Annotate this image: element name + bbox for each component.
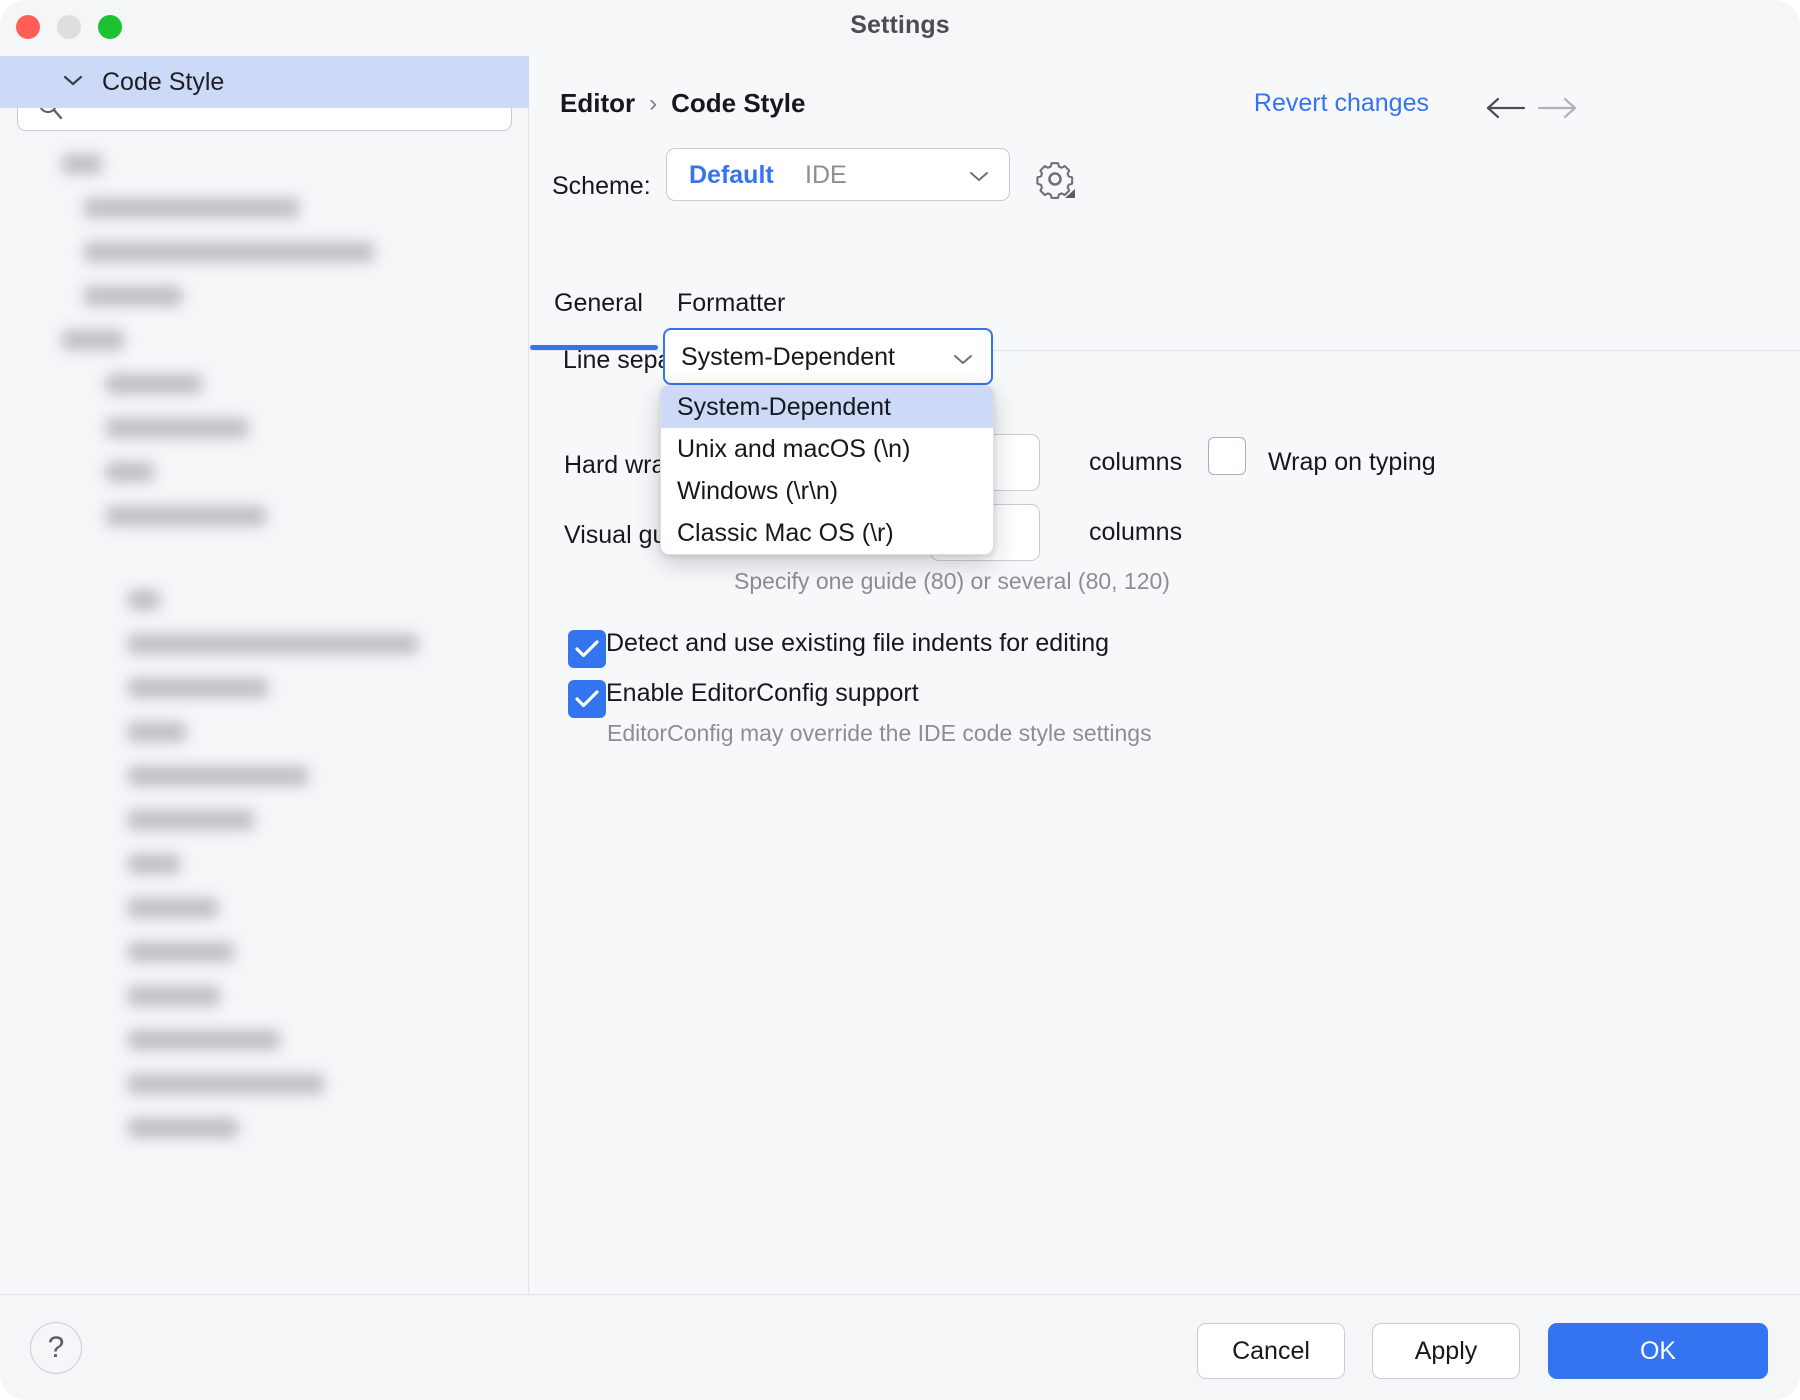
sidebar-item-label: [128, 1118, 238, 1138]
cancel-button[interactable]: Cancel: [1197, 1323, 1345, 1379]
sidebar-item[interactable]: [106, 407, 248, 449]
visual-guides-unit: columns: [1089, 518, 1182, 547]
dropdown-option[interactable]: System-Dependent: [661, 386, 993, 428]
sidebar-item[interactable]: [62, 143, 102, 185]
settings-sidebar: Code Style: [0, 56, 529, 1294]
arrow-right-icon[interactable]: [1535, 96, 1579, 125]
sidebar-item-label: [106, 506, 266, 526]
sidebar-item-label: [128, 854, 180, 874]
sidebar-item-label: [84, 198, 299, 218]
sidebar-item-label: [128, 634, 418, 654]
title-bar: Settings: [0, 0, 1800, 56]
chevron-down-icon[interactable]: [62, 73, 84, 92]
breadcrumb-separator: ›: [649, 90, 657, 118]
sidebar-item-label: [128, 942, 234, 962]
sidebar-item-label: [128, 678, 268, 698]
line-separator-dropdown-menu[interactable]: System-DependentUnix and macOS (\n)Windo…: [660, 385, 994, 555]
wrap-on-typing-checkbox[interactable]: [1208, 437, 1246, 475]
editorconfig-hint: EditorConfig may override the IDE code s…: [607, 720, 1152, 747]
sidebar-item-label: Code Style: [102, 68, 224, 97]
hard-wrap-unit: columns: [1089, 448, 1182, 477]
sidebar-item-label: [106, 462, 154, 482]
dropdown-option[interactable]: Windows (\r\n): [661, 470, 993, 512]
sidebar-item-label: [128, 1074, 324, 1094]
sidebar-item[interactable]: [84, 275, 182, 317]
sidebar-item-label: [128, 986, 220, 1006]
scheme-scope: IDE: [805, 161, 847, 190]
sidebar-item[interactable]: [84, 231, 374, 273]
sidebar-item-label: [106, 418, 248, 438]
sidebar-item-label: [106, 374, 202, 394]
scheme-label: Scheme:: [552, 172, 651, 201]
settings-main-pane: Editor › Code Style Revert changes Schem…: [530, 56, 1800, 1294]
sidebar-item-label: [128, 722, 186, 742]
scheme-combobox[interactable]: Default IDE: [666, 148, 1010, 201]
sidebar-item[interactable]: [128, 1107, 238, 1149]
window-title: Settings: [0, 11, 1800, 40]
editorconfig-checkbox[interactable]: [568, 680, 606, 718]
ok-button[interactable]: OK: [1548, 1323, 1768, 1379]
sidebar-item[interactable]: [128, 931, 234, 973]
sidebar-item-label: [128, 1030, 280, 1050]
sidebar-item[interactable]: [128, 887, 218, 929]
sidebar-item[interactable]: [106, 451, 154, 493]
chevron-down-icon: [967, 168, 991, 189]
sidebar-item[interactable]: [128, 975, 220, 1017]
detect-indents-checkbox[interactable]: [568, 630, 606, 668]
breadcrumb: Editor › Code Style: [560, 88, 805, 119]
help-button[interactable]: ?: [30, 1322, 82, 1374]
sidebar-item[interactable]: [128, 843, 180, 885]
revert-changes-link[interactable]: Revert changes: [1254, 89, 1429, 118]
line-separator-value: System-Dependent: [681, 343, 895, 372]
settings-window: Settings Code Style: [0, 0, 1800, 1400]
sidebar-item[interactable]: [128, 623, 418, 665]
sidebar-item-label: [84, 242, 374, 262]
breadcrumb-current: Code Style: [671, 88, 805, 119]
arrow-left-icon[interactable]: [1484, 96, 1528, 125]
sidebar-item[interactable]: [128, 667, 268, 709]
sidebar-item-label: [128, 590, 160, 610]
visual-guides-hint: Specify one guide (80) or several (80, 1…: [734, 568, 1170, 595]
sidebar-item-label: [62, 154, 102, 174]
sidebar-item-label: [128, 766, 308, 786]
sidebar-item[interactable]: [106, 495, 266, 537]
scheme-name: Default: [689, 161, 774, 190]
sidebar-item-label: [84, 286, 182, 306]
sidebar-item-label: [62, 330, 124, 350]
dropdown-option[interactable]: Classic Mac OS (\r): [661, 512, 993, 554]
sidebar-item[interactable]: [128, 1063, 324, 1105]
dropdown-option[interactable]: Unix and macOS (\n): [661, 428, 993, 470]
sidebar-item[interactable]: [62, 319, 124, 361]
detect-indents-label: Detect and use existing file indents for…: [606, 629, 1109, 658]
sidebar-item-label: [128, 810, 254, 830]
sidebar-item[interactable]: [84, 187, 299, 229]
tab-general[interactable]: General: [554, 289, 643, 351]
line-separator-combobox[interactable]: System-Dependent: [663, 328, 993, 385]
dialog-footer: ? Cancel Apply OK: [0, 1294, 1800, 1400]
wrap-on-typing-label: Wrap on typing: [1268, 448, 1436, 477]
sidebar-item[interactable]: [128, 1019, 280, 1061]
sidebar-item-code-style[interactable]: Code Style: [0, 56, 529, 108]
breadcrumb-parent[interactable]: Editor: [560, 88, 635, 119]
sidebar-item-label: [128, 898, 218, 918]
gear-icon[interactable]: [1032, 156, 1082, 211]
sidebar-item[interactable]: [128, 711, 186, 753]
sidebar-item[interactable]: [128, 799, 254, 841]
sidebar-item[interactable]: [106, 363, 202, 405]
chevron-down-icon: [951, 351, 975, 372]
sidebar-item[interactable]: [128, 579, 160, 621]
apply-button[interactable]: Apply: [1372, 1323, 1520, 1379]
sidebar-item[interactable]: [128, 755, 308, 797]
editorconfig-label: Enable EditorConfig support: [606, 679, 919, 708]
